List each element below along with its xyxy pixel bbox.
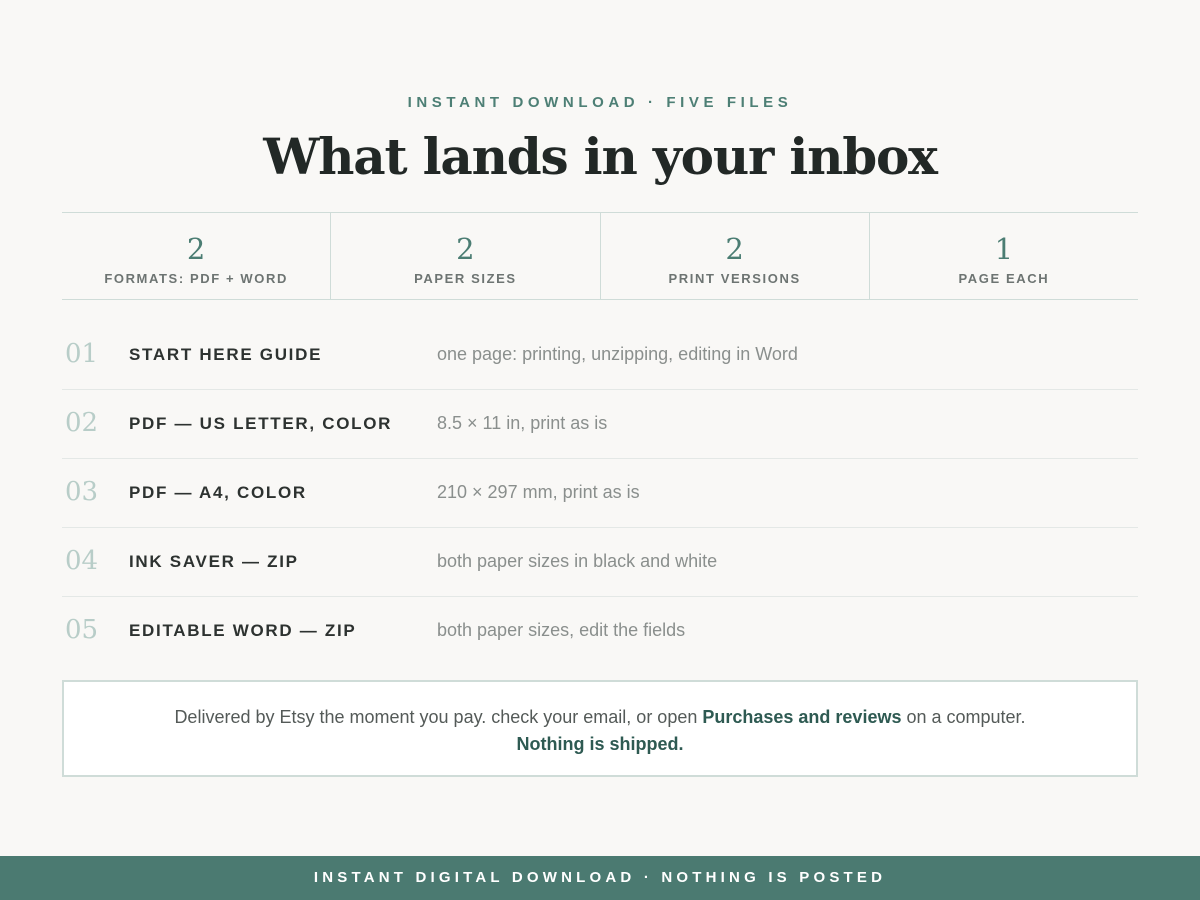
purchases-link[interactable]: Purchases and reviews — [702, 707, 901, 727]
file-number: 03 — [65, 477, 99, 507]
file-description: both paper sizes in black and white — [437, 551, 718, 571]
notice-text-before: Delivered by Etsy the moment you pay. ch… — [174, 707, 703, 727]
file-row: 01 START HERE GUIDE one page: printing, … — [62, 321, 1138, 390]
stat-label: FORMATS: PDF + WORD — [104, 271, 288, 286]
stat-value: 2 — [456, 232, 475, 266]
file-name: PDF — US LETTER, COLOR — [129, 414, 393, 433]
file-row: 04 INK SAVER — ZIP both paper sizes in b… — [62, 528, 1138, 597]
eyebrow-label: INSTANT DOWNLOAD · FIVE FILES — [407, 94, 793, 111]
stat-label: PAPER SIZES — [414, 271, 517, 286]
footer-banner: INSTANT DIGITAL DOWNLOAD · NOTHING IS PO… — [0, 856, 1200, 900]
stat-label: PRINT VERSIONS — [668, 271, 801, 286]
notice-line: Delivered by Etsy the moment you pay. ch… — [64, 704, 1136, 731]
file-description: one page: printing, unzipping, editing i… — [437, 344, 798, 364]
stat-page-each: 1 PAGE EACH — [870, 213, 1138, 299]
stat-formats: 2 FORMATS: PDF + WORD — [62, 213, 332, 299]
file-description: 210 × 297 mm, print as is — [437, 482, 640, 502]
file-row: 03 PDF — A4, COLOR 210 × 297 mm, print a… — [62, 459, 1138, 528]
notice-text-after: on a computer. — [901, 707, 1026, 727]
stat-print-versions: 2 PRINT VERSIONS — [601, 213, 870, 299]
notice-emphasis-line: Nothing is shipped. — [64, 731, 1136, 758]
file-row: 05 EDITABLE WORD — ZIP both paper sizes,… — [62, 597, 1138, 665]
stats-bar: 2 FORMATS: PDF + WORD 2 PAPER SIZES 2 PR… — [62, 212, 1138, 300]
file-number: 05 — [65, 615, 99, 645]
file-name: START HERE GUIDE — [129, 345, 323, 364]
file-row: 02 PDF — US LETTER, COLOR 8.5 × 11 in, p… — [62, 390, 1138, 459]
file-name: PDF — A4, COLOR — [129, 483, 307, 502]
file-number: 02 — [65, 408, 99, 438]
file-number: 01 — [65, 339, 99, 369]
file-number: 04 — [65, 546, 99, 576]
file-name: INK SAVER — ZIP — [129, 552, 299, 571]
stat-value: 1 — [994, 232, 1014, 266]
stat-paper-sizes: 2 PAPER SIZES — [331, 213, 601, 299]
stat-value: 2 — [186, 232, 206, 266]
delivery-notice: Delivered by Etsy the moment you pay. ch… — [62, 680, 1138, 777]
stat-value: 2 — [725, 232, 744, 266]
stat-label: PAGE EACH — [958, 271, 1050, 286]
page-title: What lands in your inbox — [263, 127, 938, 186]
file-description: both paper sizes, edit the fields — [437, 620, 686, 640]
file-name: EDITABLE WORD — ZIP — [129, 621, 357, 640]
notice-emphasis: Nothing is shipped. — [516, 734, 684, 754]
file-description: 8.5 × 11 in, print as is — [437, 413, 608, 433]
file-list: 01 START HERE GUIDE one page: printing, … — [62, 321, 1138, 665]
